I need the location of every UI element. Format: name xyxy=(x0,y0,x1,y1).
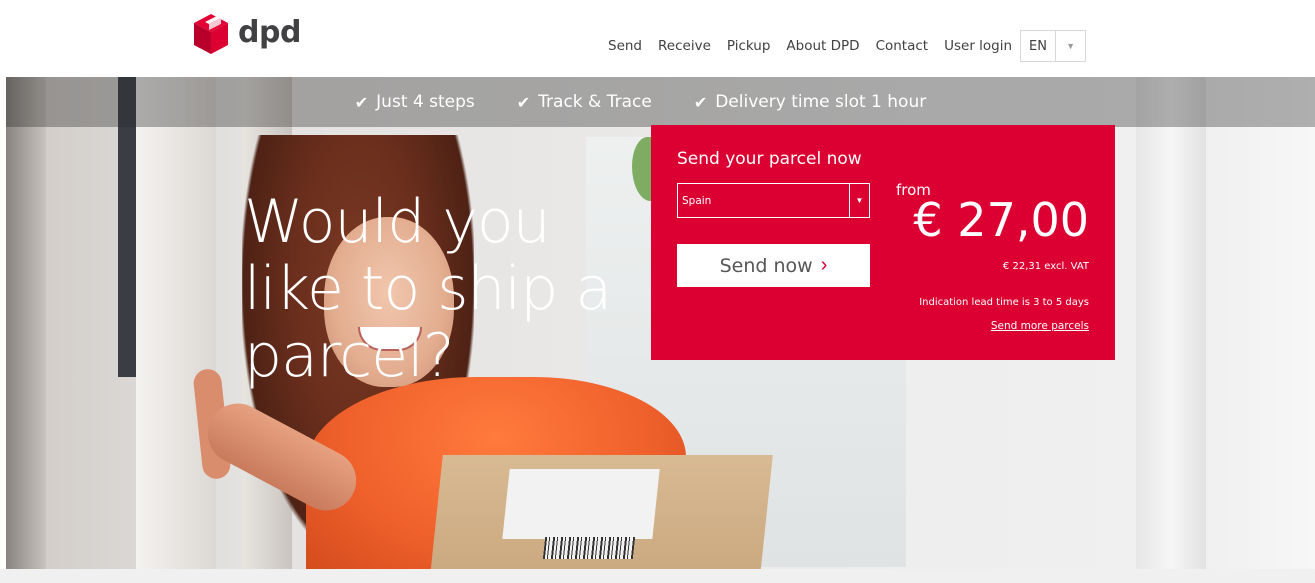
feature-item: ✔ Just 4 steps xyxy=(355,92,475,112)
feature-label: Track & Trace xyxy=(538,92,652,112)
language-select[interactable]: EN ▼ xyxy=(1020,30,1087,62)
feature-label: Just 4 steps xyxy=(376,92,475,112)
send-more-parcels-link[interactable]: Send more parcels xyxy=(991,320,1089,332)
send-now-label: Send now xyxy=(719,254,813,277)
nav-contact[interactable]: Contact xyxy=(876,38,929,54)
hero-parcel-barcode xyxy=(542,537,636,559)
send-now-button[interactable]: Send now › xyxy=(677,244,870,287)
price-value: € 27,00 xyxy=(913,193,1089,247)
check-icon: ✔ xyxy=(354,92,369,112)
check-icon: ✔ xyxy=(516,92,531,112)
hero-background xyxy=(6,77,46,569)
chevron-down-icon: ▼ xyxy=(849,184,869,217)
nav-send[interactable]: Send xyxy=(608,38,642,54)
feature-item: ✔ Delivery time slot 1 hour xyxy=(694,92,926,112)
site-header: dpd Send Receive Pickup About DPD Contac… xyxy=(0,0,1315,77)
dpd-logo[interactable]: dpd xyxy=(192,12,301,56)
hero-headline: Would you like to ship a parcel? xyxy=(244,187,612,392)
nav-about-dpd[interactable]: About DPD xyxy=(786,38,859,54)
hero-wall xyxy=(1206,77,1315,569)
nav-user-login[interactable]: User login xyxy=(944,38,1012,54)
country-select[interactable]: Spain ▼ xyxy=(677,183,870,218)
hero-pipe xyxy=(1136,77,1206,569)
send-parcel-panel: Send your parcel now Spain ▼ Send now › … xyxy=(651,125,1115,360)
feature-item: ✔ Track & Trace xyxy=(517,92,652,112)
chevron-right-icon: › xyxy=(820,254,828,276)
hero-door-frame xyxy=(136,77,216,569)
feature-label: Delivery time slot 1 hour xyxy=(715,92,927,112)
main-nav: Send Receive Pickup About DPD Contact Us… xyxy=(600,30,1087,62)
lead-time-note: Indication lead time is 3 to 5 days xyxy=(919,297,1089,308)
language-code: EN xyxy=(1021,31,1056,61)
hero-parcel-label xyxy=(502,469,660,539)
price-excl-vat: € 22,31 excl. VAT xyxy=(1002,261,1089,272)
features-bar: ✔ Just 4 steps ✔ Track & Trace ✔ Deliver… xyxy=(6,77,1315,127)
panel-title: Send your parcel now xyxy=(677,149,862,169)
country-value: Spain xyxy=(682,194,712,207)
nav-pickup[interactable]: Pickup xyxy=(727,38,771,54)
nav-receive[interactable]: Receive xyxy=(658,38,711,54)
dpd-cube-icon xyxy=(194,14,228,54)
chevron-down-icon: ▼ xyxy=(1066,41,1075,51)
check-icon: ✔ xyxy=(693,92,708,112)
page-bottom-strip xyxy=(0,569,1315,583)
brand-name: dpd xyxy=(238,14,301,50)
